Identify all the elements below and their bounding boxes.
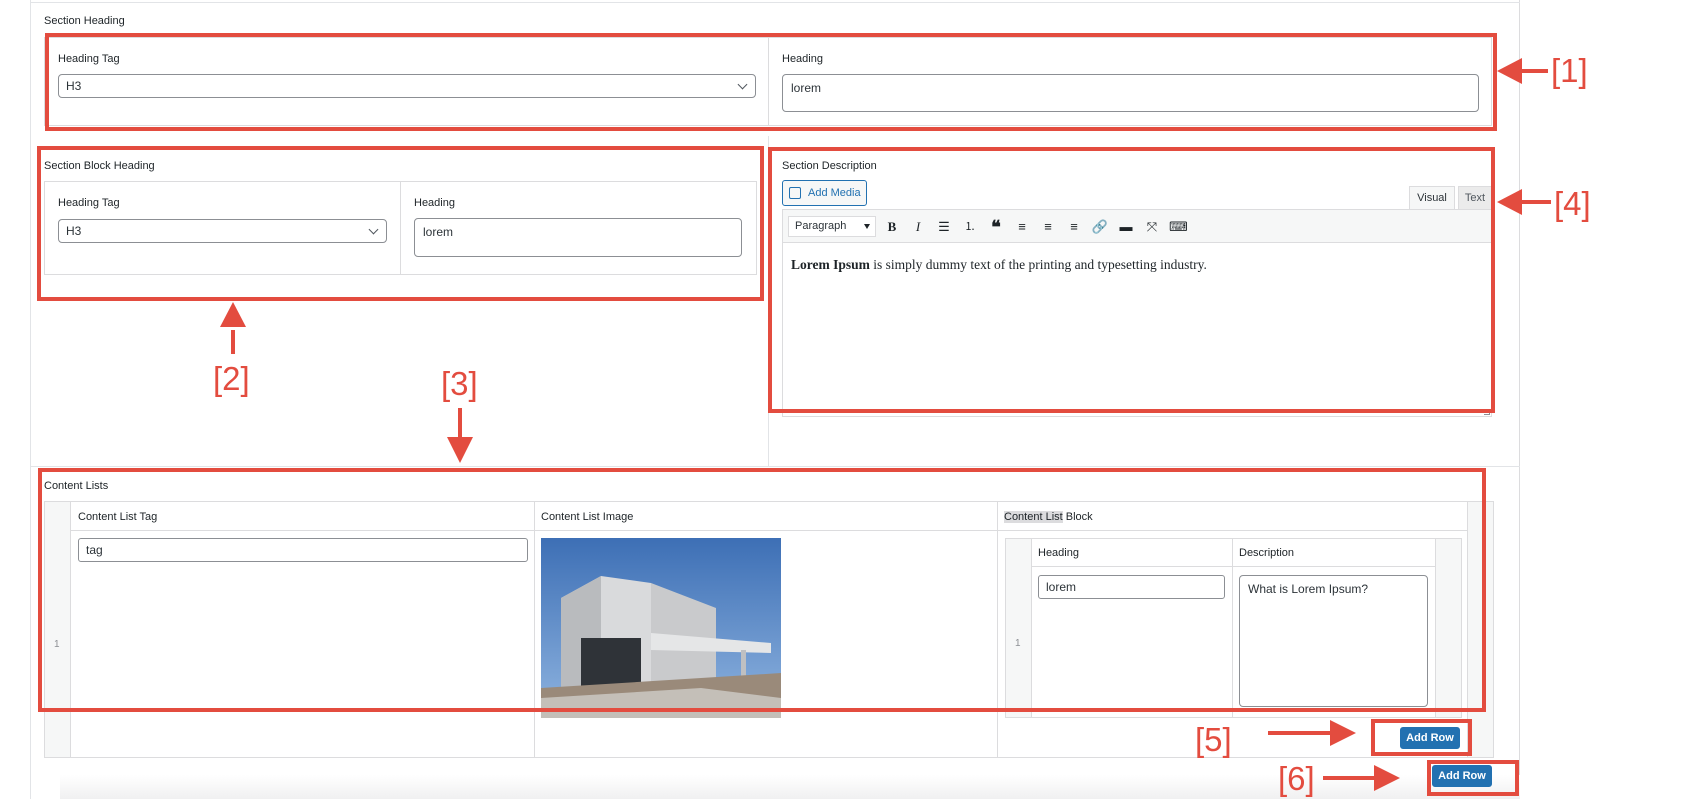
annotation-label-3: [3]: [441, 365, 478, 402]
annotation-label-5: [5]: [1195, 721, 1232, 758]
annotation-label-2: [2]: [213, 360, 250, 397]
annotation-label-6: [6]: [1278, 760, 1315, 797]
annotation-label-1: [1]: [1551, 52, 1588, 89]
annotation-arrows: [220, 58, 1551, 791]
annotation-label-4: [4]: [1554, 185, 1591, 222]
